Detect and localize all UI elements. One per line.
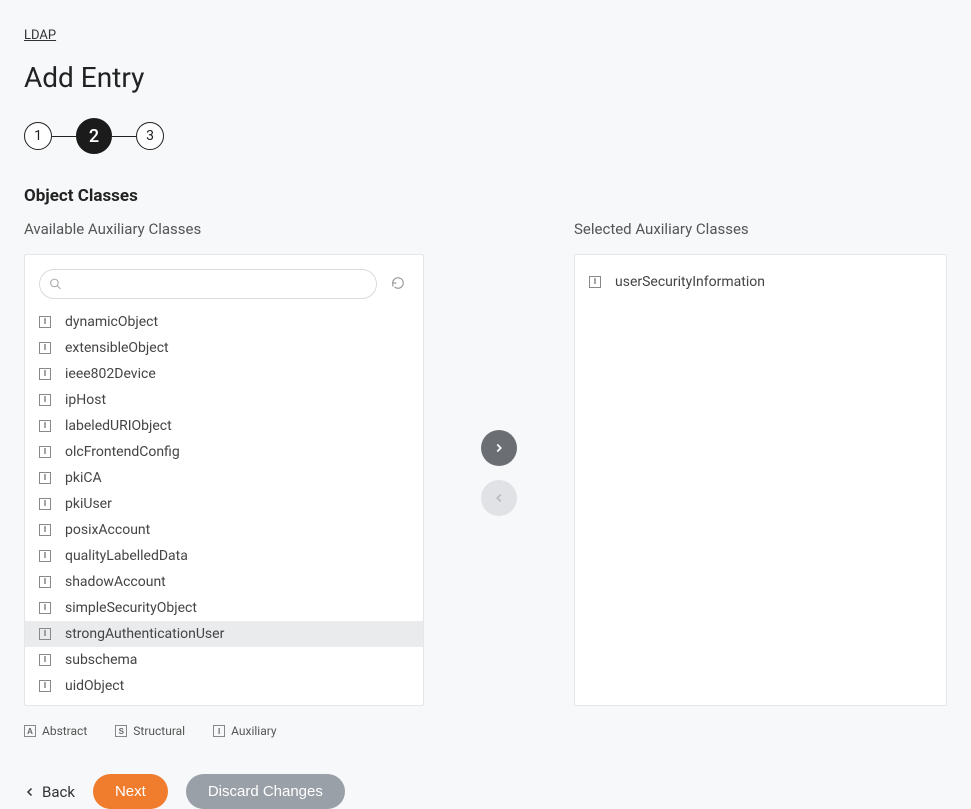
refresh-button[interactable] xyxy=(387,271,409,298)
move-left-button xyxy=(481,480,517,516)
class-name-label: dynamicObject xyxy=(65,313,158,331)
class-name-label: posixAccount xyxy=(65,521,150,539)
auxiliary-type-icon: I xyxy=(39,316,51,328)
breadcrumb-ldap[interactable]: LDAP xyxy=(24,28,56,43)
class-name-label: labeledURIObject xyxy=(65,417,172,435)
refresh-icon xyxy=(391,276,405,290)
class-name-label: pkiUser xyxy=(65,495,112,513)
auxiliary-type-icon: I xyxy=(39,550,51,562)
stepper: 1 2 3 xyxy=(24,118,947,154)
page-title: Add Entry xyxy=(24,61,947,94)
class-name-label: subschema xyxy=(65,651,137,669)
back-button[interactable]: Back xyxy=(24,783,75,801)
actions-row: Back Next Discard Changes xyxy=(24,774,947,809)
auxiliary-type-icon: I xyxy=(39,602,51,614)
available-item[interactable]: IsimpleSecurityObject xyxy=(25,595,423,621)
auxiliary-type-icon: I xyxy=(39,472,51,484)
legend-structural: S Structural xyxy=(115,724,185,738)
auxiliary-type-icon: I xyxy=(39,342,51,354)
available-item[interactable]: IqualityLabelledData xyxy=(25,543,423,569)
available-item[interactable]: Iieee802Device xyxy=(25,361,423,387)
step-connector xyxy=(112,136,136,137)
available-item[interactable]: IextensibleObject xyxy=(25,335,423,361)
class-name-label: olcFrontendConfig xyxy=(65,443,180,461)
available-item[interactable]: IstrongAuthenticationUser xyxy=(25,621,423,647)
search-input[interactable] xyxy=(39,269,377,299)
available-item[interactable]: IpkiCA xyxy=(25,465,423,491)
auxiliary-type-icon: I xyxy=(589,276,601,288)
class-name-label: simpleSecurityObject xyxy=(65,599,197,617)
structural-type-icon: S xyxy=(115,725,127,737)
auxiliary-type-icon: I xyxy=(39,368,51,380)
available-item[interactable]: IshadowAccount xyxy=(25,569,423,595)
auxiliary-type-icon: I xyxy=(39,420,51,432)
class-name-label: strongAuthenticationUser xyxy=(65,625,224,643)
legend-abstract-label: Abstract xyxy=(42,724,87,738)
available-item[interactable]: Isubschema xyxy=(25,647,423,673)
step-2[interactable]: 2 xyxy=(76,118,112,154)
class-name-label: ieee802Device xyxy=(65,365,156,383)
class-name-label: qualityLabelledData xyxy=(65,547,188,565)
class-name-label: extensibleObject xyxy=(65,339,169,357)
chevron-left-icon xyxy=(492,491,506,505)
auxiliary-type-icon: I xyxy=(39,680,51,692)
class-name-label: uidObject xyxy=(65,677,124,695)
class-name-label: shadowAccount xyxy=(65,573,166,591)
auxiliary-type-icon: I xyxy=(39,654,51,666)
chevron-right-icon xyxy=(492,441,506,455)
auxiliary-type-icon: I xyxy=(39,394,51,406)
section-title: Object Classes xyxy=(24,186,947,206)
auxiliary-type-icon: I xyxy=(39,524,51,536)
available-item[interactable]: IlabeledURIObject xyxy=(25,413,423,439)
available-item[interactable]: IdynamicObject xyxy=(25,309,423,335)
chevron-left-icon xyxy=(24,786,36,798)
available-panel: IdynamicObjectIextensibleObjectIieee802D… xyxy=(24,254,424,706)
auxiliary-type-icon: I xyxy=(39,628,51,640)
legend: A Abstract S Structural I Auxiliary xyxy=(24,724,947,738)
back-label: Back xyxy=(42,783,75,801)
discard-button[interactable]: Discard Changes xyxy=(186,774,345,809)
auxiliary-type-icon: I xyxy=(39,498,51,510)
legend-structural-label: Structural xyxy=(133,724,185,738)
class-name-label: ipHost xyxy=(65,391,106,409)
available-item[interactable]: IolcFrontendConfig xyxy=(25,439,423,465)
legend-auxiliary-label: Auxiliary xyxy=(231,724,276,738)
selected-panel: IuserSecurityInformation xyxy=(574,254,947,706)
auxiliary-type-icon: I xyxy=(39,576,51,588)
legend-auxiliary: I Auxiliary xyxy=(213,724,276,738)
selected-label: Selected Auxiliary Classes xyxy=(574,220,947,238)
available-label: Available Auxiliary Classes xyxy=(24,220,424,238)
auxiliary-type-icon: I xyxy=(39,446,51,458)
step-connector xyxy=(52,136,76,137)
search-icon xyxy=(49,278,62,291)
available-item[interactable]: IposixAccount xyxy=(25,517,423,543)
class-name-label: userSecurityInformation xyxy=(615,273,765,291)
available-item[interactable]: IipHost xyxy=(25,387,423,413)
class-name-label: pkiCA xyxy=(65,469,102,487)
available-item[interactable]: IuidObject xyxy=(25,673,423,699)
auxiliary-type-icon: I xyxy=(213,725,225,737)
selected-list: IuserSecurityInformation xyxy=(575,269,946,295)
available-list: IdynamicObjectIextensibleObjectIieee802D… xyxy=(25,309,423,699)
available-item[interactable]: IpkiUser xyxy=(25,491,423,517)
step-1[interactable]: 1 xyxy=(24,122,52,150)
step-3[interactable]: 3 xyxy=(136,122,164,150)
legend-abstract: A Abstract xyxy=(24,724,87,738)
move-right-button[interactable] xyxy=(481,430,517,466)
selected-item[interactable]: IuserSecurityInformation xyxy=(575,269,946,295)
next-button[interactable]: Next xyxy=(93,774,168,809)
abstract-type-icon: A xyxy=(24,725,36,737)
